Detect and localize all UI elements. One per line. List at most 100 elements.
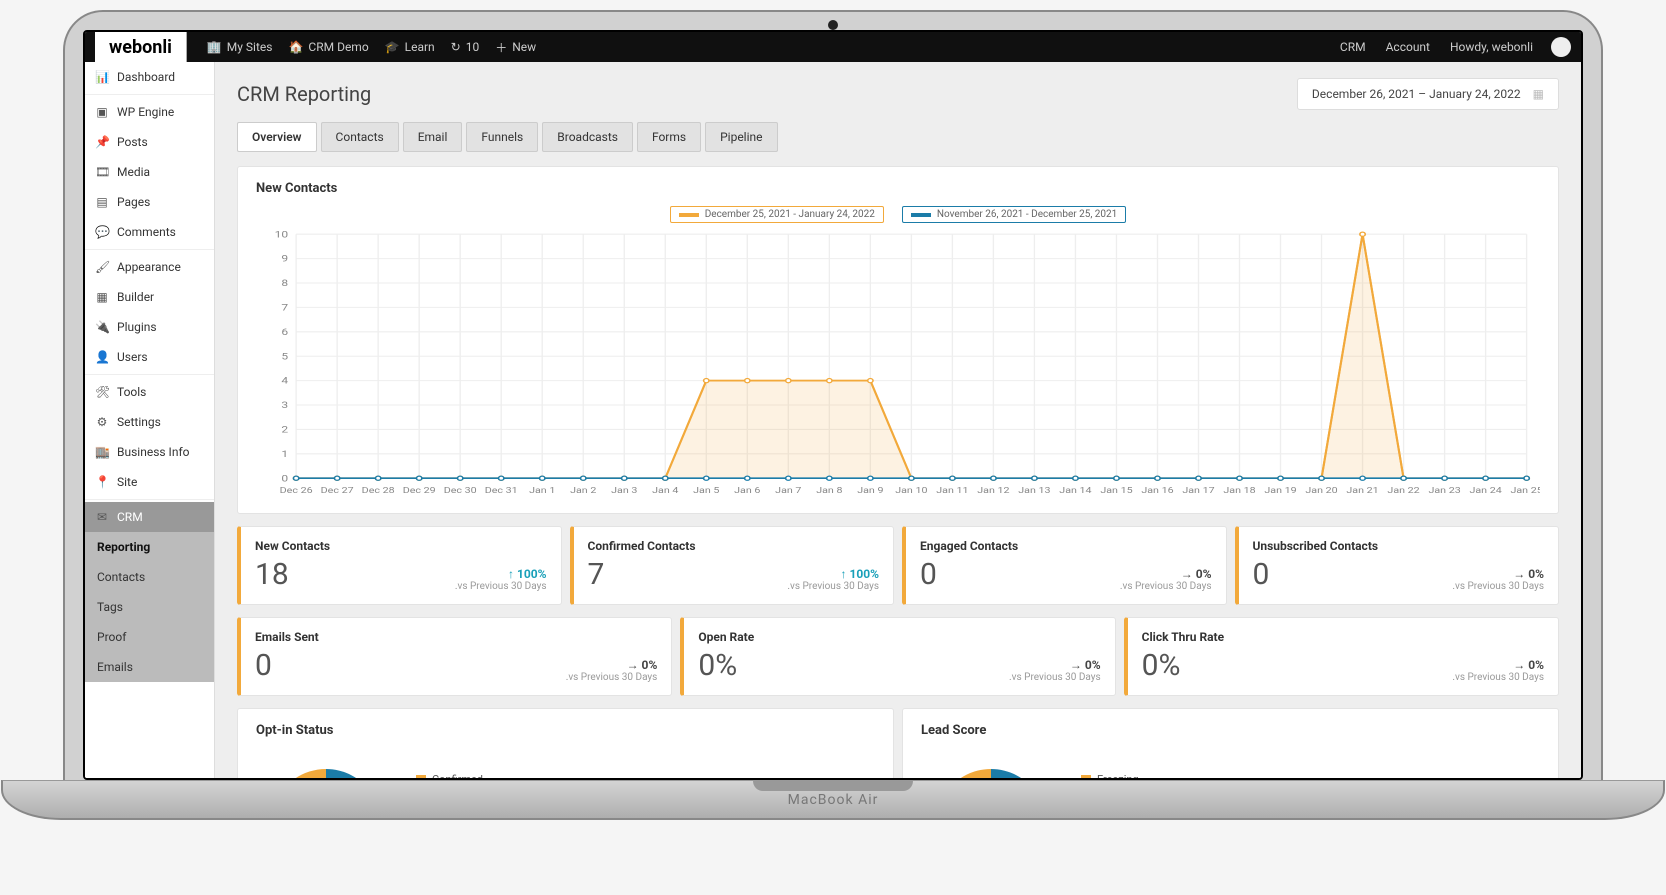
svg-text:2: 2 xyxy=(281,424,288,435)
metric-card[interactable]: Unsubscribed Contacts 0 → 0% .vs Previou… xyxy=(1235,526,1560,605)
adminbar-label: New xyxy=(512,40,536,54)
report-tabs: OverviewContactsEmailFunnelsBroadcastsFo… xyxy=(237,122,1559,152)
sidebar-item[interactable]: 📊Dashboard xyxy=(85,62,214,92)
sidebar-item-label: Settings xyxy=(117,415,161,429)
tab-funnels[interactable]: Funnels xyxy=(466,122,538,152)
sidebar-item-label: Pages xyxy=(117,195,150,209)
svg-text:Dec 26: Dec 26 xyxy=(280,486,313,496)
optin-pie-chart xyxy=(256,754,396,778)
svg-text:Jan 6: Jan 6 xyxy=(734,486,760,496)
adminbar-item[interactable]: Account xyxy=(1378,40,1438,54)
optin-status-panel: Opt-in Status ConfirmedUnconfirmed xyxy=(237,708,894,778)
metric-card[interactable]: Emails Sent 0 → 0% .vs Previous 30 Days xyxy=(237,617,672,696)
sidebar-item-label: CRM xyxy=(117,510,143,524)
svg-text:Jan 4: Jan 4 xyxy=(652,486,679,496)
sidebar-icon: 👤 xyxy=(95,350,109,364)
sidebar-item[interactable]: ▣WP Engine xyxy=(85,97,214,127)
metric-title: Open Rate xyxy=(698,630,1100,644)
tab-broadcasts[interactable]: Broadcasts xyxy=(542,122,633,152)
svg-text:Jan 7: Jan 7 xyxy=(775,486,801,496)
sidebar-item[interactable]: ▤Pages xyxy=(85,187,214,217)
sidebar-item-label: Comments xyxy=(117,225,176,239)
brand-logo[interactable]: webonli xyxy=(95,32,187,62)
metric-title: Emails Sent xyxy=(255,630,657,644)
legend-swatch xyxy=(679,213,699,217)
sidebar-icon: 🏬 xyxy=(95,445,109,459)
metric-value: 0% xyxy=(698,648,737,683)
sidebar-item-label: Media xyxy=(117,165,150,179)
svg-text:Jan 19: Jan 19 xyxy=(1264,486,1296,496)
line-chart: 012345678910Dec 26Dec 27Dec 28Dec 29Dec … xyxy=(256,229,1540,499)
laptop-label: MacBook Air xyxy=(788,792,879,808)
svg-text:Jan 18: Jan 18 xyxy=(1223,486,1255,496)
sidebar-item[interactable]: 💬Comments xyxy=(85,217,214,247)
sidebar-icon: ⚙ xyxy=(95,415,109,429)
metric-card[interactable]: Open Rate 0% → 0% .vs Previous 30 Days xyxy=(680,617,1115,696)
svg-text:7: 7 xyxy=(281,302,288,313)
metric-card[interactable]: Engaged Contacts 0 → 0% .vs Previous 30 … xyxy=(902,526,1227,605)
sidebar-item[interactable]: 🎞Media xyxy=(85,157,214,187)
svg-text:Jan 1: Jan 1 xyxy=(529,486,555,496)
sidebar-item[interactable]: 👤Users xyxy=(85,342,214,372)
legend-label: Freezing xyxy=(1097,773,1139,778)
sidebar-icon: 📌 xyxy=(95,135,109,149)
sidebar-icon: 🔌 xyxy=(95,320,109,334)
sidebar-item[interactable]: ⚙ Settings xyxy=(85,407,214,437)
tab-overview[interactable]: Overview xyxy=(237,122,317,152)
adminbar-label: Learn xyxy=(405,40,435,54)
sidebar-subitem[interactable]: Reporting xyxy=(85,532,214,562)
sidebar-item[interactable]: 📌 Posts xyxy=(85,127,214,157)
sidebar-subitem[interactable]: Proof xyxy=(85,622,214,652)
tab-forms[interactable]: Forms xyxy=(637,122,701,152)
svg-text:6: 6 xyxy=(281,326,288,337)
adminbar-item[interactable]: 🏠CRM Demo xyxy=(280,39,376,56)
avatar[interactable] xyxy=(1551,37,1571,57)
sidebar-item[interactable]: ▦Builder xyxy=(85,282,214,312)
new-contacts-chart-panel: New Contacts December 25, 2021 - January… xyxy=(237,166,1559,514)
adminbar-item[interactable]: ↻10 xyxy=(443,39,488,56)
adminbar-item[interactable]: Howdy, webonli xyxy=(1442,40,1541,54)
metric-card[interactable]: Confirmed Contacts 7 ↑ 100% .vs Previous… xyxy=(570,526,895,605)
adminbar-item[interactable]: ＋New xyxy=(487,39,544,56)
sidebar-item[interactable]: 🏬 Business Info xyxy=(85,437,214,467)
svg-text:1: 1 xyxy=(281,448,288,459)
metric-card[interactable]: New Contacts 18 ↑ 100% .vs Previous 30 D… xyxy=(237,526,562,605)
sidebar-subitem[interactable]: Tags xyxy=(85,592,214,622)
adminbar-item[interactable]: 🏢My Sites xyxy=(199,39,281,56)
adminbar-item[interactable]: CRM xyxy=(1332,40,1374,54)
legend-item[interactable]: November 26, 2021 - December 25, 2021 xyxy=(902,206,1126,223)
sidebar-item[interactable]: 🔌Plugins xyxy=(85,312,214,342)
svg-text:4: 4 xyxy=(281,375,288,386)
svg-text:Jan 9: Jan 9 xyxy=(857,486,883,496)
adminbar-icon: 🏢 xyxy=(207,40,222,54)
adminbar-item[interactable]: 🎓 Learn xyxy=(377,39,443,56)
chart-legend: December 25, 2021 - January 24, 2022 Nove… xyxy=(670,206,1127,223)
metric-delta: ↑ 100% xyxy=(455,567,547,581)
legend-item[interactable]: December 25, 2021 - January 24, 2022 xyxy=(670,206,884,223)
pie-legend-item: Confirmed xyxy=(416,773,495,778)
sidebar-item[interactable]: 🛠Tools xyxy=(85,377,214,407)
sidebar-item-label: Posts xyxy=(117,135,148,149)
adminbar-icon: 🎓 xyxy=(385,40,400,54)
sidebar-item-label: Business Info xyxy=(117,445,189,459)
laptop-base: MacBook Air xyxy=(1,780,1664,820)
adminbar-label: CRM Demo xyxy=(308,40,368,54)
tab-contacts[interactable]: Contacts xyxy=(321,122,399,152)
sidebar-subitem[interactable]: Contacts xyxy=(85,562,214,592)
sidebar-item-crm[interactable]: ✉ CRM xyxy=(85,502,214,532)
legend-label: December 25, 2021 - January 24, 2022 xyxy=(705,209,875,220)
svg-text:Jan 3: Jan 3 xyxy=(611,486,637,496)
metric-card[interactable]: Click Thru Rate 0% → 0% .vs Previous 30 … xyxy=(1124,617,1559,696)
sidebar-subitem[interactable]: Emails xyxy=(85,652,214,682)
tab-email[interactable]: Email xyxy=(403,122,463,152)
main-content: CRM Reporting December 26, 2021 – Januar… xyxy=(215,62,1581,778)
date-range-picker[interactable]: December 26, 2021 – January 24, 2022 ▦ xyxy=(1297,78,1559,110)
sidebar-item-label: Site xyxy=(117,475,137,489)
sidebar-item[interactable]: 📍Site xyxy=(85,467,214,497)
sidebar-item[interactable]: 🖌Appearance xyxy=(85,252,214,282)
sidebar-icon: 🖌 xyxy=(95,260,109,274)
metric-subtext: .vs Previous 30 Days xyxy=(455,581,547,592)
tab-pipeline[interactable]: Pipeline xyxy=(705,122,777,152)
panel-title: Lead Score xyxy=(921,723,1540,738)
metric-title: Click Thru Rate xyxy=(1142,630,1544,644)
